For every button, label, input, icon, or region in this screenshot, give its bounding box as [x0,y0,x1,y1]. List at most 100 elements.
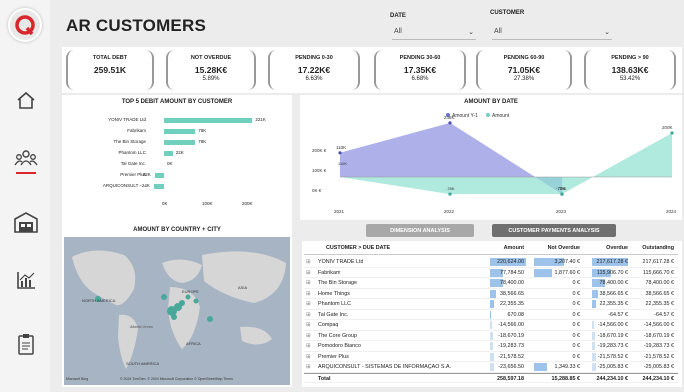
q-logo-icon [15,15,35,36]
customer-payments-analysis-button[interactable]: CUSTOMER PAYMENTS ANALYSIS [492,224,616,237]
table-cell: 0 € [572,322,581,328]
bar-category-label: The Bin Storage [113,139,146,144]
data-point[interactable] [670,131,674,135]
kpi-card[interactable]: PENDING 0-30 17.22K€ 6.63% [268,50,360,90]
databar [490,321,493,329]
bar[interactable] [155,173,164,178]
table-header-row: CUSTOMER > DUE DATE Amount Not Overdue Over… [304,243,678,255]
databar [490,352,494,361]
date-filter-dropdown[interactable]: All ⌄ [392,24,476,40]
map-attribution[interactable]: © 2024 TomTom, © 2024 Microsoft Corporat… [120,377,233,381]
bar-data-label: -22K [141,172,151,177]
table-cell: 115,906.70 € [596,269,628,276]
expand-icon[interactable]: ⊞ [306,333,311,339]
table-cell: 38,566.65 € [645,290,674,297]
dimension-analysis-button[interactable]: DIMENSION ANALYSIS [366,224,474,237]
databar [534,268,552,277]
table-cell: 115,666.70 € [642,269,674,276]
chart-icon[interactable] [12,266,40,294]
kpi-value: 17.22K€ [297,65,331,75]
table-row[interactable]: ⊞ Compaq -14,566.00 0 € -14,566.00 € -14,566.… [304,320,678,331]
databar [592,331,596,340]
data-label: 200K [662,125,673,130]
column-header[interactable]: CUSTOMER > DUE DATE [326,245,390,251]
map-label-africa: AFRICA [186,341,201,346]
column-header[interactable]: Not Overdue [548,245,580,251]
column-header[interactable]: Outstanding [642,245,674,251]
kpi-card[interactable]: NOT OVERDUE 15.28K€ 5.89% [166,50,256,90]
expand-icon[interactable]: ⊞ [306,259,311,265]
table-cell: 3,207.40 € [554,259,580,265]
bar[interactable] [164,140,196,145]
kpi-label: NOT OVERDUE [190,55,232,61]
kpi-value: 259.51K [93,65,127,75]
amount-by-date-panel: AMOUNT BY DATE Amount Y-1 Amount 200K € 100… [300,95,682,220]
table-row[interactable]: ⊞ ARQUICONSULT - SISTEMAS DE INFORMAÇÃO S… [304,362,678,373]
kpi-percent: 5.89% [202,76,220,82]
expand-icon[interactable]: ⊞ [306,280,311,286]
table-cell: 217,617.28 € [596,259,628,265]
bar[interactable] [164,151,173,156]
bar-data-label: 22K [175,150,184,155]
bar-axis-tick: 200K [242,201,253,206]
map-label-asia: ASIA [238,285,248,290]
data-point[interactable] [448,121,452,125]
table-row[interactable]: ⊞ Pomodoro Bianco -19,283.73 0 € -19,283.73 … [304,341,678,352]
bar-axis-tick: 0K [162,201,168,206]
table-row[interactable]: ⊞ YONIV TRADE Ltd 220,624.00 3,207.40 € 217,… [304,257,678,268]
customer-name: Fabrikam [318,269,341,276]
expand-icon[interactable]: ⊞ [306,354,311,360]
kpi-card[interactable]: PENDING 30-60 17.35K€ 6.68% [374,50,466,90]
app-logo[interactable] [8,8,42,42]
databar [490,331,494,340]
expand-icon[interactable]: ⊞ [306,364,311,370]
data-point[interactable] [560,192,564,196]
expand-icon[interactable]: ⊞ [306,343,311,349]
data-point[interactable] [448,192,452,196]
bar-category-label: Premier Plus [120,172,146,177]
kpi-value: 15.28K€ [194,65,228,75]
bar[interactable] [164,118,253,123]
table-row[interactable]: ⊞ Fabrikam 77,784.50 1,877.60 € 115,906.70 €… [304,268,678,278]
expand-icon[interactable]: ⊞ [306,291,311,297]
home-icon[interactable] [12,86,40,114]
column-header[interactable]: Amount [504,245,524,251]
customer-filter-dropdown[interactable]: All ⌄ [492,24,612,40]
data-label: -78K [446,186,455,191]
y-tick-label: 100K € [312,168,327,173]
bar[interactable] [154,184,164,189]
table-row[interactable]: ⊞ Tal Gate Inc. 670.08 0 € -64.57 € -64.57 € [304,310,678,320]
table-cell: 38,566.65 [500,290,524,297]
kpi-label: PENDING 0-30 [295,55,333,61]
expand-icon[interactable]: ⊞ [306,322,311,328]
expand-icon[interactable]: ⊞ [306,312,311,318]
table-cell: -14,566.00 [498,322,524,328]
customers-icon[interactable] [12,146,40,174]
bar[interactable] [164,129,196,134]
table-row[interactable]: ⊞ Phantom LLC 22,355.35 0 € 22,355.35 € 22,35… [304,299,678,310]
customer-name: Phantom LLC [318,301,351,307]
kpi-card[interactable]: PENDING 60-90 71.05K€ 27.38% [476,50,572,90]
expand-icon[interactable]: ⊞ [306,301,311,307]
kpi-card[interactable]: PENDING > 90 138.63K€ 53.42% [584,50,676,90]
table-row[interactable]: ⊞ Premier Plus -21,578.52 0 € -21,578.52 € -2… [304,352,678,362]
customer-name: Tal Gate Inc. [318,311,349,318]
table-total-row: Total 258,597.18 15,288.85 € 244,234.10 € 24… [304,372,678,383]
table-row[interactable]: ⊞ The Core Group -18,670.19 0 € -18,670.19 €… [304,331,678,341]
table-row[interactable]: ⊞ The Bin Storage 78,400.00 0 € 78,400.00 € 7… [304,278,678,289]
warehouse-icon[interactable] [12,208,40,236]
column-header[interactable]: Overdue [606,245,628,251]
databar [592,289,599,298]
customer-name: Compaq [318,322,339,328]
data-point[interactable] [338,151,342,155]
table-cell: -64.57 € [654,311,674,318]
table-cell: 220,624.00 [497,259,524,265]
world-map[interactable] [64,237,290,385]
table-row[interactable]: ⊞ Home Things 38,566.65 0 € 38,566.65 € 38,56… [304,289,678,299]
kpi-card[interactable]: TOTAL DEBT 259.51K [66,50,154,90]
expand-icon[interactable]: ⊞ [306,270,311,276]
table-cell: -25,005.83 € [643,364,674,370]
amount-by-date-title: AMOUNT BY DATE [464,99,518,105]
clipboard-icon[interactable] [12,330,40,358]
active-nav-indicator [16,172,36,174]
